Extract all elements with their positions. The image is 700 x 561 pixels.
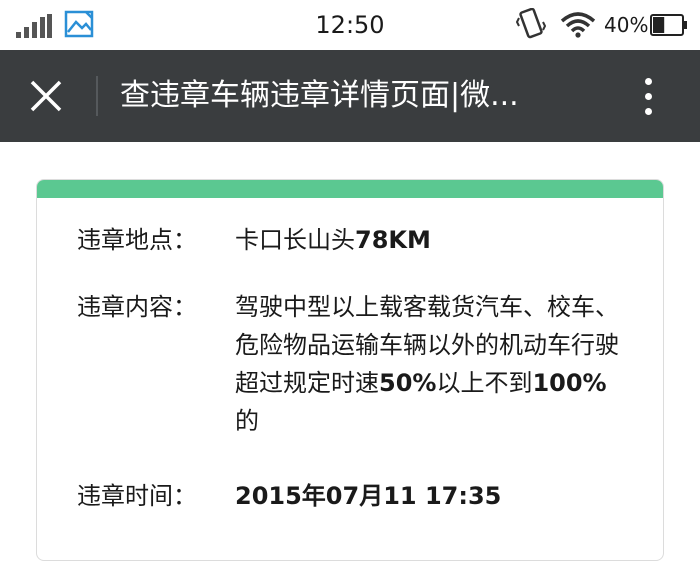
close-button[interactable] <box>18 70 74 122</box>
status-bar: 12:50 40% <box>0 0 700 50</box>
content-percent-2: 100% <box>532 369 607 397</box>
more-options-button[interactable] <box>624 68 672 124</box>
content-label: 违章内容： <box>77 293 197 321</box>
page-title: 查违章车辆违章详情页面|微... <box>120 78 519 113</box>
card-accent-bar <box>37 180 663 198</box>
location-label: 违章地点： <box>77 226 197 254</box>
location-value-km: 78KM <box>355 226 431 254</box>
location-value-text: 卡口长山头 <box>235 226 355 254</box>
wifi-icon <box>560 12 596 38</box>
more-vertical-icon <box>644 77 652 85</box>
top-bar: 查违章车辆违章详情页面|微... <box>0 50 700 142</box>
content-value: 驾驶中型以上载客载货汽车、校车、危险物品运输车辆以外的机动车行驶超过规定时速50… <box>235 288 619 440</box>
violation-card: 违章地点： 卡口长山头78KM 违章内容： 驾驶中型以上载客载货汽车、校车、危险… <box>36 179 664 561</box>
location-value: 卡口长山头78KM <box>235 222 619 258</box>
content-percent-1: 50% <box>379 369 437 397</box>
battery-icon <box>650 14 687 36</box>
vibrate-icon <box>516 8 546 39</box>
more-vertical-icon <box>644 92 652 100</box>
time-label: 违章时间： <box>77 482 197 510</box>
time-value: 2015年07月11 17:35 <box>235 482 502 510</box>
battery-percent: 40% <box>604 13 649 37</box>
more-vertical-icon <box>644 107 652 115</box>
content-text-2: 以上不到 <box>436 369 533 397</box>
content-text-3: 的 <box>235 407 259 435</box>
close-icon <box>30 80 62 112</box>
title-divider <box>96 76 98 116</box>
